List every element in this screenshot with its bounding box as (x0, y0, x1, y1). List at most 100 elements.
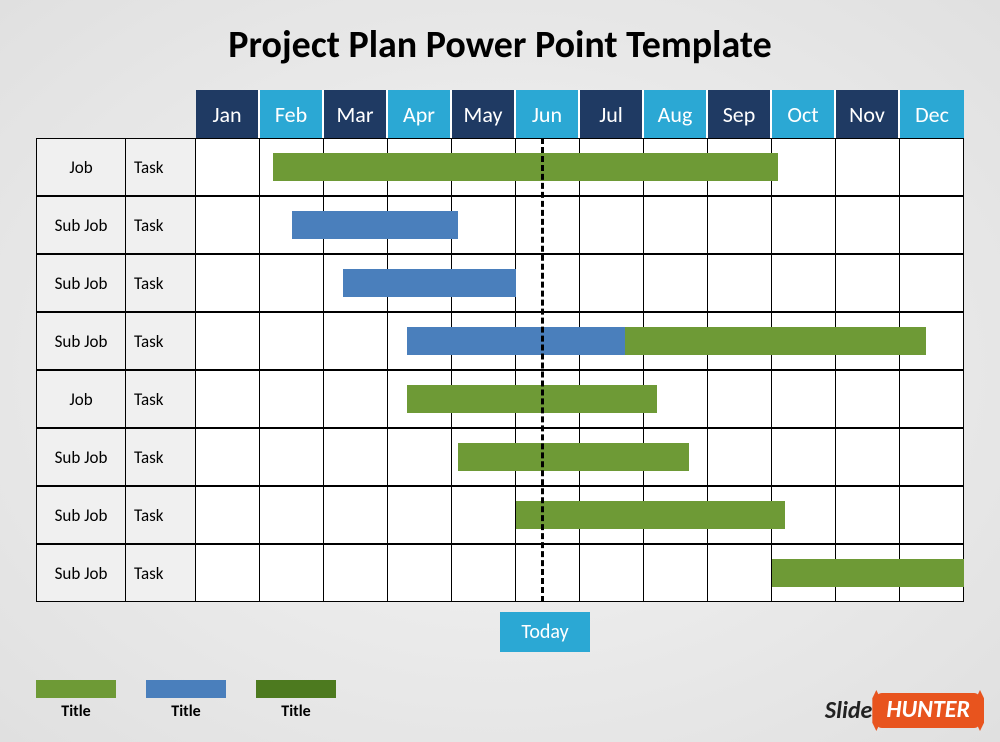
grid-cell (900, 312, 964, 370)
grid-cell (580, 370, 644, 428)
grid-cell (324, 486, 388, 544)
grid-cell (516, 138, 580, 196)
grid-cell (580, 138, 644, 196)
grid-cell (452, 370, 516, 428)
grid-cell (900, 370, 964, 428)
grid-cell (644, 138, 708, 196)
legend-label: Title (36, 702, 116, 721)
grid-cell (836, 196, 900, 254)
grid-cell (836, 544, 900, 602)
grid-cell (324, 544, 388, 602)
grid-cell (772, 196, 836, 254)
grid-cell (452, 138, 516, 196)
task-cell: Task (126, 312, 196, 370)
grid-cell (836, 370, 900, 428)
grid-cell (644, 196, 708, 254)
legend-swatch (36, 680, 116, 698)
grid-cell (388, 196, 452, 254)
brand-logo: Slide HUNTER (825, 693, 980, 728)
job-cell: Sub Job (36, 254, 126, 312)
table-row: Sub JobTask (36, 254, 964, 312)
grid-cell (324, 196, 388, 254)
legend: Title Title Title (36, 680, 336, 721)
grid-cell (516, 370, 580, 428)
grid-cell (516, 312, 580, 370)
grid-cell (260, 370, 324, 428)
grid-cell (900, 138, 964, 196)
grid-cell (708, 254, 772, 312)
grid-cell (452, 544, 516, 602)
job-cell: Sub Job (36, 486, 126, 544)
grid-cell (836, 428, 900, 486)
grid-cell (452, 254, 516, 312)
grid-cell (196, 370, 260, 428)
grid-cell (196, 486, 260, 544)
month-sep: Sep (708, 90, 772, 138)
grid-cell (260, 254, 324, 312)
grid-cell (708, 544, 772, 602)
grid-cell (196, 138, 260, 196)
grid-cell (388, 312, 452, 370)
grid-cell (324, 370, 388, 428)
month-nov: Nov (836, 90, 900, 138)
grid-cell (388, 138, 452, 196)
grid-cell (452, 486, 516, 544)
grid-cell (580, 254, 644, 312)
gantt-grid: JobTaskSub JobTaskSub JobTaskSub JobTask… (36, 138, 964, 602)
legend-label: Title (256, 702, 336, 721)
grid-cell (260, 486, 324, 544)
grid-cell (388, 428, 452, 486)
task-cell: Task (126, 138, 196, 196)
grid-cell (324, 428, 388, 486)
job-cell: Sub Job (36, 196, 126, 254)
grid-cell (644, 312, 708, 370)
today-marker-label: Today (500, 612, 590, 652)
grid-cell (772, 428, 836, 486)
grid-cell (260, 196, 324, 254)
month-jan: Jan (196, 90, 260, 138)
table-row: Sub JobTask (36, 544, 964, 602)
table-row: JobTask (36, 370, 964, 428)
job-cell: Job (36, 370, 126, 428)
grid-cell (388, 370, 452, 428)
grid-cell (580, 428, 644, 486)
job-cell: Sub Job (36, 428, 126, 486)
legend-item: Title (146, 680, 226, 721)
grid-cell (644, 370, 708, 428)
grid-cell (196, 544, 260, 602)
grid-cell (388, 486, 452, 544)
grid-cell (772, 138, 836, 196)
grid-cell (196, 428, 260, 486)
grid-cell (644, 254, 708, 312)
grid-cell (772, 544, 836, 602)
month-aug: Aug (644, 90, 708, 138)
task-cell: Task (126, 544, 196, 602)
grid-cell (260, 138, 324, 196)
grid-cell (900, 254, 964, 312)
month-header: Jan Feb Mar Apr May Jun Jul Aug Sep Oct … (196, 90, 964, 138)
grid-cell (452, 312, 516, 370)
grid-cell (772, 312, 836, 370)
month-dec: Dec (900, 90, 964, 138)
grid-cell (708, 370, 772, 428)
month-jul: Jul (580, 90, 644, 138)
grid-cell (516, 428, 580, 486)
grid-cell (772, 254, 836, 312)
brand-slide: Slide (825, 696, 872, 725)
job-cell: Sub Job (36, 544, 126, 602)
table-row: Sub JobTask (36, 312, 964, 370)
grid-cell (836, 312, 900, 370)
grid-cell (516, 544, 580, 602)
legend-swatch (146, 680, 226, 698)
grid-cell (836, 486, 900, 544)
job-cell: Sub Job (36, 312, 126, 370)
month-mar: Mar (324, 90, 388, 138)
grid-cell (196, 312, 260, 370)
grid-cell (708, 138, 772, 196)
task-cell: Task (126, 254, 196, 312)
legend-swatch (256, 680, 336, 698)
task-cell: Task (126, 486, 196, 544)
grid-cell (708, 312, 772, 370)
month-jun: Jun (516, 90, 580, 138)
month-oct: Oct (772, 90, 836, 138)
